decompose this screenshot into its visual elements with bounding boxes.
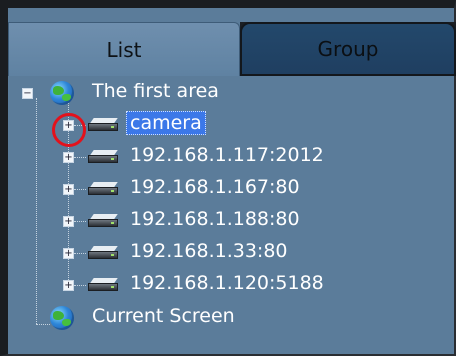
expand-icon[interactable]: + (63, 248, 74, 259)
tab-list[interactable]: List (8, 22, 240, 76)
expand-icon[interactable]: + (63, 184, 74, 195)
tab-group-label: Group (317, 37, 379, 61)
tree-node-label: 192.168.1.33:80 (130, 240, 288, 262)
expand-icon[interactable]: + (63, 280, 74, 291)
tab-group[interactable]: Group (240, 22, 456, 76)
tree-node-label: The first area (92, 80, 219, 102)
dvr-icon (88, 214, 118, 228)
device-tree: − The first area + camera + 192.168.1.11… (8, 76, 456, 356)
tree-node-label: 192.168.1.120:5188 (130, 272, 324, 294)
tree-node-root[interactable]: − The first area (8, 78, 268, 108)
tab-bar: List Group (8, 22, 456, 76)
tree-node-label: 192.168.1.188:80 (130, 208, 300, 230)
expand-icon[interactable]: + (63, 216, 74, 227)
tree-node-device[interactable]: + 192.168.1.33:80 (8, 238, 428, 268)
tab-list-label: List (106, 37, 142, 62)
tree-node-device[interactable]: + 192.168.1.167:80 (8, 174, 428, 204)
dvr-icon (88, 118, 118, 132)
tree-node-current-screen[interactable]: Current Screen (8, 302, 308, 332)
tree-node-device[interactable]: + 192.168.1.120:5188 (8, 270, 428, 300)
dvr-icon (88, 278, 118, 292)
annotation-circle (52, 113, 86, 147)
tree-node-label: camera (126, 111, 206, 135)
globe-icon (50, 81, 74, 105)
tree-node-label: 192.168.1.117:2012 (130, 144, 324, 166)
dvr-icon (88, 182, 118, 196)
dvr-icon (88, 246, 118, 260)
expand-icon[interactable]: + (63, 152, 74, 163)
tree-node-device[interactable]: + 192.168.1.188:80 (8, 206, 428, 236)
device-panel: List Group − The first area + camera + 1… (0, 0, 456, 356)
collapse-icon[interactable]: − (22, 88, 33, 99)
tree-node-label: 192.168.1.167:80 (130, 176, 300, 198)
globe-icon (50, 306, 74, 330)
dvr-icon (88, 150, 118, 164)
tree-node-label: Current Screen (92, 305, 235, 327)
